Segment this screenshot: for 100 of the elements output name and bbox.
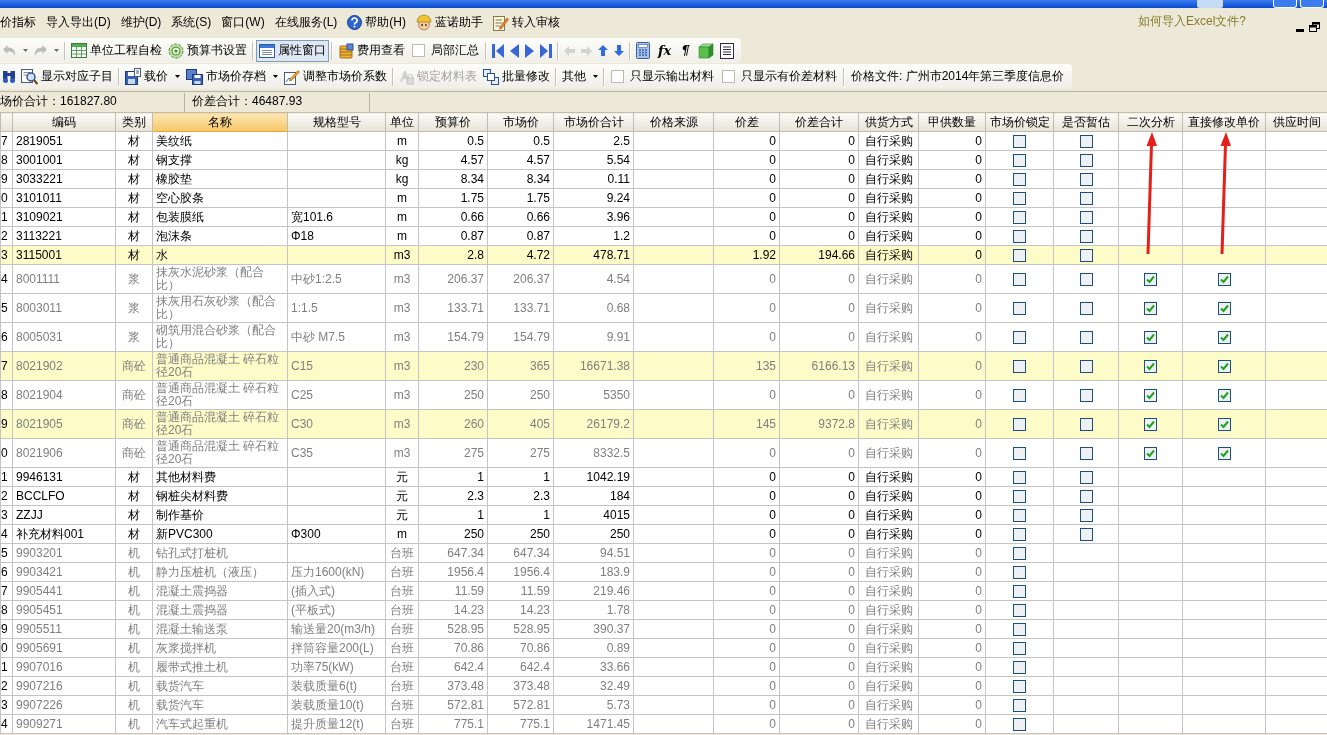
toolbar-button[interactable]: 单位工程自检: [68, 39, 165, 62]
checkbox[interactable]: [1144, 359, 1157, 373]
checkbox[interactable]: [1079, 172, 1093, 186]
toolbar-button[interactable]: 其他: [559, 65, 601, 88]
table-row[interactable]: 1 3109021 材 包装膜纸 宽101.6 m 0.66 0.66 3.96 0 0 自行采购 0: [0, 207, 1327, 227]
table-row[interactable]: 3 3115001 材 水 m3 2.8 4.72 478.71 1.92 194.66 自行采购 0: [0, 245, 1327, 265]
checkbox[interactable]: [1079, 134, 1093, 148]
checkbox[interactable]: [1013, 134, 1026, 148]
column-header[interactable]: 名称: [152, 112, 288, 132]
column-header[interactable]: 单位: [385, 112, 419, 132]
maximize-button[interactable]: [1300, 0, 1324, 8]
table-row[interactable]: 2 3113221 材 泡沫条 Φ18 m 0.87 0.87 1.2 0 0 自行采购 0: [0, 226, 1327, 246]
column-header[interactable]: 是否暂估: [1053, 112, 1119, 132]
checkbox[interactable]: [1217, 272, 1231, 286]
column-header[interactable]: 价差合计: [779, 112, 859, 132]
toolbar-button[interactable]: 市场价存档: [183, 65, 281, 88]
menu-item[interactable]: 维护(D): [115, 12, 167, 33]
table-row[interactable]: 3 ZZJJ 材 制作基价 元 1 1 4015 0 0 自行采购 0: [0, 505, 1327, 525]
checkbox[interactable]: [1013, 565, 1026, 579]
checkbox[interactable]: [1144, 301, 1157, 315]
checkbox[interactable]: [1079, 229, 1093, 243]
checkbox[interactable]: [1217, 388, 1231, 402]
menu-item[interactable]: 在线服务(L): [269, 12, 343, 33]
column-header[interactable]: 供货方式: [858, 112, 919, 132]
minimize-button[interactable]: [1273, 0, 1297, 8]
menu-item[interactable]: 帮助(H): [342, 12, 411, 33]
checkbox[interactable]: [1013, 172, 1026, 186]
table-row[interactable]: 4 补充材料001 材 新PVC300 Φ300 m 250 250 250 0 0 自行采购 0: [0, 524, 1327, 544]
checkbox[interactable]: [1013, 584, 1026, 598]
checkbox[interactable]: [1013, 330, 1026, 344]
checkbox[interactable]: [1013, 210, 1026, 224]
table-row[interactable]: 7 9905441 机 混凝土震捣器 (插入式) 台班 11.59 11.59 219.46 0 0 自行采购 0: [0, 581, 1327, 601]
checkbox[interactable]: [1013, 470, 1026, 484]
column-header[interactable]: 市场价: [487, 112, 554, 132]
column-header[interactable]: 甲供数量: [918, 112, 986, 132]
checkbox[interactable]: [1013, 417, 1026, 431]
table-row[interactable]: 5 9903201 机 钻孔式打桩机 台班 647.34 647.34 94.51 0 0 自行采购 0: [0, 543, 1327, 563]
checkbox[interactable]: [1013, 679, 1026, 693]
checkbox[interactable]: [1013, 508, 1026, 522]
menu-item[interactable]: 系统(S): [166, 12, 217, 33]
checkbox-label[interactable]: 只显示有价差材料: [741, 68, 837, 85]
checkbox[interactable]: [1013, 229, 1026, 243]
checkbox[interactable]: [1013, 248, 1026, 262]
menu-item[interactable]: 价指标: [0, 12, 41, 33]
restore-icon[interactable]: [1309, 22, 1320, 32]
checkbox[interactable]: [1144, 446, 1157, 460]
checkbox[interactable]: [1079, 248, 1093, 262]
column-header[interactable]: 直接修改单价: [1182, 112, 1266, 132]
checkbox[interactable]: [1013, 527, 1026, 541]
toolbar-button[interactable]: fx: [653, 39, 677, 62]
menu-item[interactable]: 导入导出(D): [41, 12, 116, 33]
checkbox[interactable]: [1079, 527, 1093, 541]
toolbar-button[interactable]: 预算书设置: [165, 39, 250, 62]
table-row[interactable]: 9 9905511 机 混凝土输送泵 输送量20(m3/h) 台班 528.95 528.95 390.37 0 0 自行采购 0: [0, 619, 1327, 639]
checkbox[interactable]: [1013, 359, 1026, 373]
table-row[interactable]: 2 9907216 机 载货汽车 装载质量6(t) 台班 373.48 373.48 32.49 0 0 自行采购 0: [0, 676, 1327, 696]
checkbox[interactable]: [1013, 660, 1026, 674]
column-header[interactable]: 价差: [713, 112, 780, 132]
checkbox[interactable]: [1079, 446, 1093, 460]
checkbox-label[interactable]: 局部汇总: [431, 42, 479, 59]
column-header[interactable]: 类别: [115, 112, 153, 132]
checkbox[interactable]: [412, 44, 425, 57]
checkbox[interactable]: [1013, 153, 1026, 167]
checkbox[interactable]: [1013, 489, 1026, 503]
table-row[interactable]: 0 9905691 机 灰浆搅拌机 拌筒容量200(L) 台班 70.86 70.86 0.89 0 0 自行采购 0: [0, 638, 1327, 658]
column-header[interactable]: 供应时间: [1265, 112, 1327, 132]
toolbar-button[interactable]: 批量修改: [480, 65, 553, 88]
checkbox[interactable]: [1013, 301, 1026, 315]
checkbox[interactable]: [1144, 330, 1157, 344]
checkbox[interactable]: [722, 70, 735, 83]
table-row[interactable]: 6 8005031 浆 砌筑用混合砂浆（配合比） 中砂 M7.5 m3 154.79 154.79 9.91 0 0 自行采购 0: [0, 322, 1327, 352]
checkbox[interactable]: [1079, 489, 1093, 503]
table-row[interactable]: 5 8003011 浆 抹灰用石灰砂浆（配合比） 1:1.5 m3 133.71 133.71 0.68 0 0 自行采购 0: [0, 293, 1327, 323]
toolbar-button[interactable]: ¶: [676, 39, 695, 62]
toolbar-button[interactable]: 费用查看: [335, 39, 408, 62]
column-header[interactable]: 价格来源: [633, 112, 714, 132]
table-row[interactable]: 0 3101011 材 空心胶条 m 1.75 1.75 9.24 0 0 自行采购 0: [0, 188, 1327, 208]
toolbar-button[interactable]: 显示对应子目: [18, 65, 116, 88]
checkbox[interactable]: [1079, 330, 1093, 344]
checkbox[interactable]: [1144, 417, 1157, 431]
checkbox[interactable]: [1217, 446, 1231, 460]
checkbox[interactable]: [1217, 301, 1231, 315]
checkbox[interactable]: [1079, 359, 1093, 373]
column-header[interactable]: 二次分析: [1118, 112, 1183, 132]
checkbox[interactable]: [1144, 272, 1157, 286]
table-row[interactable]: 8 3001001 材 钢支撑 kg 4.57 4.57 5.54 0 0 自行采购 0: [0, 150, 1327, 170]
menu-item[interactable]: 窗口(W): [216, 12, 270, 33]
checkbox[interactable]: [1013, 446, 1026, 460]
checkbox[interactable]: [1013, 622, 1026, 636]
checkbox[interactable]: [1079, 210, 1093, 224]
checkbox[interactable]: [1217, 359, 1231, 373]
toolbar-button[interactable]: 属性窗口: [256, 39, 329, 62]
checkbox[interactable]: [1013, 272, 1026, 286]
table-row[interactable]: 1 9946131 材 其他材料费 元 1 1 1042.19 0 0 自行采购 0: [0, 467, 1327, 487]
menu-item[interactable]: 蓝诺助手: [411, 12, 488, 33]
checkbox[interactable]: [1079, 417, 1093, 431]
checkbox[interactable]: [611, 70, 624, 83]
checkbox[interactable]: [1079, 301, 1093, 315]
table-row[interactable]: 3 9907226 机 载货汽车 装载质量10(t) 台班 572.81 572.81 5.73 0 0 自行采购 0: [0, 695, 1327, 715]
checkbox[interactable]: [1079, 470, 1093, 484]
